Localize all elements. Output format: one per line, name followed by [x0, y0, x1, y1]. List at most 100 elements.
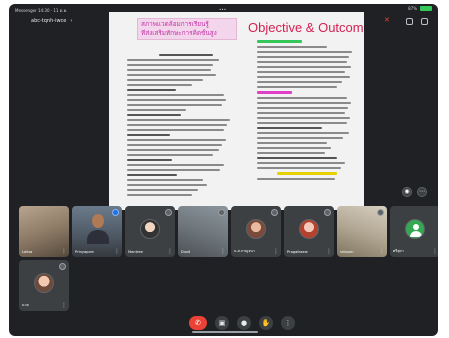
top-icons	[406, 18, 428, 25]
person-icon-head	[413, 224, 419, 230]
avatar	[299, 219, 319, 239]
slide-text-line	[257, 102, 351, 104]
raise-hand-button[interactable]: ✋	[259, 316, 273, 330]
slide-highlight-magenta	[257, 91, 292, 94]
slide-title: Objective & Outcomes	[248, 20, 364, 35]
slide-text-line	[257, 46, 327, 48]
participant-name: Dusit	[181, 250, 191, 254]
slide-text-line	[257, 162, 345, 164]
slide-text-line	[127, 79, 203, 81]
switch-camera-icon[interactable]	[406, 18, 413, 25]
slide-text-line	[257, 66, 351, 68]
slide-text-line	[257, 122, 347, 124]
slide-text-line	[127, 179, 203, 181]
participant-name: น.ส.กาญจนา	[234, 249, 255, 253]
battery-percent: 87%	[408, 6, 417, 11]
slide-text-line	[127, 189, 199, 191]
slide-text-line	[127, 119, 230, 121]
slide-text-line	[127, 104, 223, 106]
slide-text-line	[257, 127, 322, 129]
more-options-icon[interactable]: ⋮	[379, 249, 385, 255]
slide-text-line	[257, 137, 343, 139]
more-options-icon[interactable]: ⋮	[273, 249, 279, 255]
mic-muted-icon	[377, 209, 384, 216]
slide-text-line	[127, 114, 181, 116]
slide-text-line	[257, 86, 337, 88]
participant-tile[interactable]: Prinyaporn ⋮	[72, 206, 122, 257]
slide-text-line	[127, 109, 187, 111]
meet-screen: Messenger 14:30 · 11 ต.ค. ••• 87% abc-tq…	[9, 4, 438, 336]
slide-text-line	[257, 112, 345, 114]
avatar	[34, 273, 54, 293]
participant-name: Prinyaporn	[75, 250, 95, 254]
speaker-icon[interactable]	[421, 18, 428, 25]
mic-muted-icon	[165, 209, 172, 216]
mic-muted-icon	[59, 263, 66, 270]
slide-text-line	[127, 134, 171, 136]
speaking-indicator-icon	[112, 209, 119, 216]
status-right: 87%	[408, 6, 432, 11]
participant-tile[interactable]: Pragaikaew ⋮	[284, 206, 334, 257]
participant-tile[interactable]: siriporn ⋮	[337, 206, 387, 257]
slide-text-line	[127, 149, 219, 151]
avatar	[140, 219, 160, 239]
more-options-icon[interactable]: ⋮	[61, 303, 67, 309]
participant-tile[interactable]: Montree ⋮	[125, 206, 175, 257]
slide-text-line	[257, 107, 348, 109]
more-button[interactable]: ⋮	[281, 316, 295, 330]
more-options-icon[interactable]: ⋯	[417, 187, 427, 197]
more-options-icon[interactable]: ⋮	[114, 249, 120, 255]
slide-text-line	[257, 157, 337, 159]
more-options-icon[interactable]: ⋮	[432, 249, 438, 255]
more-options-icon[interactable]: ⋮	[167, 249, 173, 255]
slide-text-line	[127, 129, 225, 131]
slide-text-line	[127, 84, 192, 86]
slide-right-column	[257, 40, 357, 180]
recording-icon: ✕	[384, 16, 390, 24]
slide-text-line	[257, 97, 347, 99]
participant-tile[interactable]: นวล ⋮	[19, 260, 69, 311]
mic-muted-icon	[271, 209, 278, 216]
camera-button[interactable]: ▣	[215, 316, 229, 330]
participant-name: นวล	[22, 303, 29, 307]
slide-text-line	[127, 99, 227, 101]
status-left-text: Messenger 14:30 · 11 ต.ค.	[15, 8, 68, 13]
slide-text-line	[257, 61, 347, 63]
more-options-icon[interactable]: ⋮	[61, 249, 67, 255]
mic-muted-icon	[218, 209, 225, 216]
participant-tile[interactable]: Dusit ⋮	[178, 206, 228, 257]
participant-name: siriporn	[340, 250, 354, 254]
slide-text-line	[127, 74, 216, 76]
slide-text-line	[127, 159, 173, 161]
slide-text-line	[127, 59, 219, 61]
person-icon-body	[410, 231, 422, 237]
participant-tile[interactable]: Lalisa ⋮	[19, 206, 69, 257]
slide-text-line	[127, 89, 176, 91]
slide-text-line	[257, 178, 335, 180]
pin-icon[interactable]: ◉	[402, 187, 412, 197]
slide-left-column	[127, 54, 235, 196]
more-options-icon[interactable]: ⋮	[326, 249, 332, 255]
home-indicator	[192, 331, 258, 333]
slide-text-line	[257, 51, 352, 53]
slide-text-line	[257, 152, 325, 154]
slide-text-line	[257, 56, 349, 58]
participant-video	[86, 214, 110, 244]
chevron-right-icon: ›	[70, 18, 73, 24]
participant-tile[interactable]: น.ส.กาญจนา ⋮	[231, 206, 281, 257]
more-options-icon[interactable]: ⋮	[220, 249, 226, 255]
mic-button[interactable]: ●	[237, 316, 251, 330]
slide-text-line	[257, 147, 331, 149]
slide-text-line	[127, 94, 225, 96]
slide-text-line	[257, 117, 350, 119]
slide-text-line	[257, 76, 350, 78]
slide-text-line	[257, 167, 341, 169]
slide-text-line	[257, 132, 349, 134]
slide-text-line	[127, 64, 214, 66]
hangup-button[interactable]: ✆	[189, 316, 207, 330]
slide-text-line	[159, 54, 214, 56]
battery-icon	[420, 6, 432, 11]
meeting-name[interactable]: abc-tqnh-iwce ›	[31, 18, 72, 24]
presentation-slide: สภาพแวดล้อมการเรียนรู้ ที่ส่งเสริมทักษะก…	[109, 12, 364, 210]
participant-tile[interactable]: ศรีสุดา ⋮	[390, 206, 438, 257]
